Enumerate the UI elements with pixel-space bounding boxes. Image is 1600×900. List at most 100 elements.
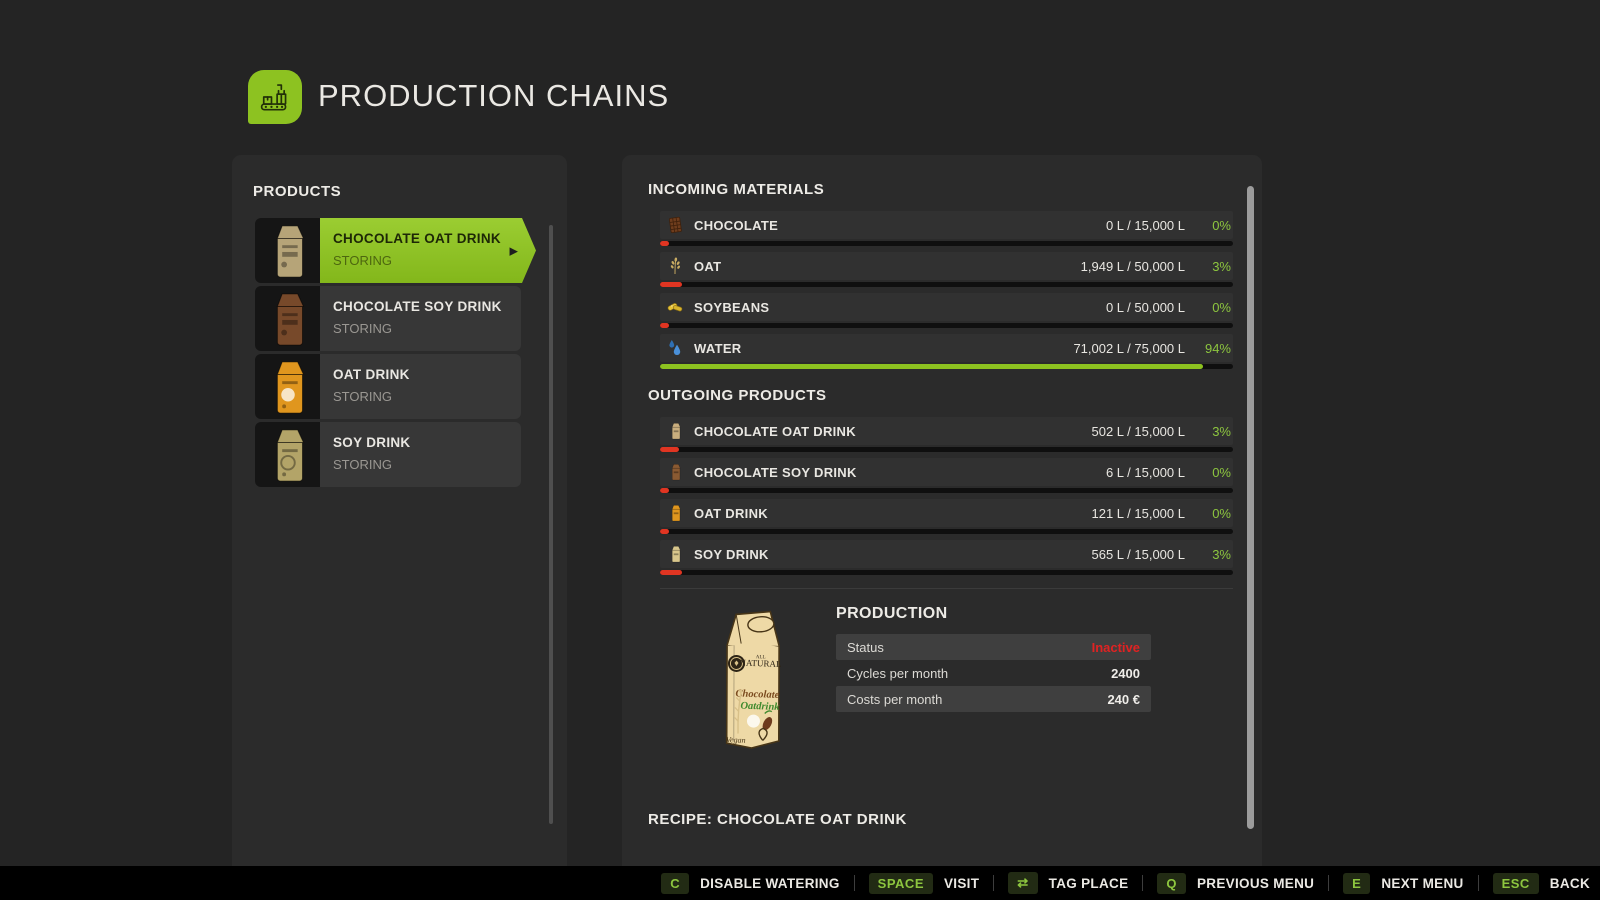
material-label: OAT — [694, 259, 721, 274]
products-list: CHOCOLATE OAT DRINK STORING ▶ CHOCOLATE … — [255, 218, 567, 487]
product-percent: 3% — [1185, 547, 1233, 562]
product-name: SOY DRINK — [333, 435, 521, 450]
production-chains-icon — [248, 70, 302, 124]
products-scrollbar[interactable] — [549, 225, 553, 824]
hint-divider — [1328, 875, 1329, 891]
hint-visit[interactable]: SPACE VISIT — [869, 873, 980, 894]
products-heading: PRODUCTS — [232, 155, 567, 200]
page-title: PRODUCTION CHAINS — [318, 78, 669, 114]
product-list-item-chocolate-oat-drink[interactable]: CHOCOLATE OAT DRINK STORING ▶ — [255, 218, 567, 283]
production-status-row: Status Inactive — [836, 634, 1151, 660]
svg-text:NATURAL: NATURAL — [739, 658, 781, 669]
hint-divider — [993, 875, 994, 891]
production-cycles-row: Cycles per month 2400 — [836, 660, 1151, 686]
product-status: STORING — [333, 253, 536, 268]
key-space[interactable]: SPACE — [869, 873, 933, 894]
water-icon — [665, 338, 685, 358]
details-scrollbar[interactable] — [1247, 186, 1254, 829]
hint-next-menu[interactable]: E NEXT MENU — [1343, 873, 1463, 894]
product-item-body: CHOCOLATE SOY DRINK STORING — [320, 286, 521, 351]
tab-key-icon[interactable]: ⇄ — [1008, 872, 1037, 894]
product-progress-bar — [660, 447, 1233, 452]
product-row-oat-drink: OAT DRINK 121 L / 15,000 L 0% — [660, 499, 1233, 534]
key-e[interactable]: E — [1343, 873, 1370, 894]
product-item-body: OAT DRINK STORING — [320, 354, 521, 419]
product-row-chocolate-oat-drink: CHOCOLATE OAT DRINK 502 L / 15,000 L 3% — [660, 417, 1233, 452]
material-label: CHOCOLATE — [694, 218, 778, 233]
product-progress-bar — [660, 570, 1233, 575]
section-divider — [660, 588, 1233, 589]
product-list-item-chocolate-soy-drink[interactable]: CHOCOLATE SOY DRINK STORING — [255, 286, 567, 351]
product-row-chocolate-soy-drink: CHOCOLATE SOY DRINK 6 L / 15,000 L 0% — [660, 458, 1233, 493]
product-thumbnail — [255, 286, 320, 351]
costs-value: 240 € — [1107, 692, 1140, 707]
product-percent: 0% — [1185, 465, 1233, 480]
product-label: CHOCOLATE SOY DRINK — [694, 465, 857, 480]
product-item-body: CHOCOLATE OAT DRINK STORING ▶ — [320, 218, 536, 283]
product-progress-bar — [660, 529, 1233, 534]
cycles-value: 2400 — [1111, 666, 1140, 681]
hint-divider — [1478, 875, 1479, 891]
production-costs-row: Costs per month 240 € — [836, 686, 1151, 712]
hint-tag-place[interactable]: ⇄ TAG PLACE — [1008, 872, 1128, 894]
production-carton-image: ALL NATURAL Chocolate Oatdrink Vegan — [703, 600, 800, 753]
material-row-water: WATER 71,002 L / 75,000 L 94% — [660, 334, 1233, 369]
product-fill-level: 121 L / 15,000 L — [1092, 506, 1186, 521]
hint-previous-menu[interactable]: Q PREVIOUS MENU — [1157, 873, 1314, 894]
material-percent: 0% — [1185, 218, 1233, 233]
product-name: CHOCOLATE SOY DRINK — [333, 299, 521, 314]
key-q[interactable]: Q — [1157, 873, 1186, 894]
oat-icon — [665, 256, 685, 276]
svg-text:Oatdrink: Oatdrink — [740, 701, 780, 713]
material-progress-bar — [660, 282, 1233, 287]
product-row-soy-drink: SOY DRINK 565 L / 15,000 L 3% — [660, 540, 1233, 575]
production-heading: PRODUCTION — [836, 605, 1151, 623]
carton-icon — [665, 462, 685, 482]
product-list-item-oat-drink[interactable]: OAT DRINK STORING — [255, 354, 567, 419]
material-row-chocolate: CHOCOLATE 0 L / 15,000 L 0% — [660, 211, 1233, 246]
hint-disable-watering[interactable]: C DISABLE WATERING — [661, 873, 839, 894]
carton-icon — [665, 503, 685, 523]
material-progress-bar — [660, 241, 1233, 246]
selected-arrow-icon: ▶ — [510, 244, 518, 257]
hint-back[interactable]: ESC BACK — [1493, 873, 1590, 894]
material-fill-level: 1,949 L / 50,000 L — [1081, 259, 1185, 274]
product-name: OAT DRINK — [333, 367, 521, 382]
status-value: Inactive — [1092, 640, 1140, 655]
product-name: CHOCOLATE OAT DRINK — [333, 231, 536, 246]
material-progress-bar — [660, 364, 1233, 369]
product-label: OAT DRINK — [694, 506, 768, 521]
product-percent: 3% — [1185, 424, 1233, 439]
product-list-item-soy-drink[interactable]: SOY DRINK STORING — [255, 422, 567, 487]
material-percent: 3% — [1185, 259, 1233, 274]
outgoing-products-heading: OUTGOING PRODUCTS — [648, 387, 1262, 404]
product-fill-level: 502 L / 15,000 L — [1092, 424, 1186, 439]
product-percent: 0% — [1185, 506, 1233, 521]
production-table: Status Inactive Cycles per month 2400 Co… — [836, 634, 1151, 712]
production-section: ALL NATURAL Chocolate Oatdrink Vegan PRO… — [648, 602, 1262, 752]
carton-icon — [665, 421, 685, 441]
key-c[interactable]: C — [661, 873, 689, 894]
bottom-hint-bar: C DISABLE WATERING SPACE VISIT ⇄ TAG PLA… — [0, 866, 1600, 900]
incoming-materials-list: CHOCOLATE 0 L / 15,000 L 0% — [660, 211, 1233, 369]
product-fill-level: 6 L / 15,000 L — [1106, 465, 1185, 480]
products-panel: PRODUCTS CHOCOLATE OAT DRINK STORING ▶ — [232, 155, 567, 866]
material-label: WATER — [694, 341, 741, 356]
key-esc[interactable]: ESC — [1493, 873, 1539, 894]
product-thumbnail — [255, 354, 320, 419]
hint-divider — [854, 875, 855, 891]
product-status: STORING — [333, 321, 521, 336]
product-thumbnail — [255, 218, 320, 283]
hint-divider — [1142, 875, 1143, 891]
product-thumbnail — [255, 422, 320, 487]
product-status: STORING — [333, 389, 521, 404]
product-item-body: SOY DRINK STORING — [320, 422, 521, 487]
details-panel: INCOMING MATERIALS CHOCOLATE 0 L / 15,00… — [622, 155, 1262, 866]
svg-text:Vegan: Vegan — [726, 735, 746, 745]
material-row-soybeans: SOYBEANS 0 L / 50,000 L 0% — [660, 293, 1233, 328]
soybeans-icon — [665, 297, 685, 317]
material-row-oat: OAT 1,949 L / 50,000 L 3% — [660, 252, 1233, 287]
chocolate-icon — [665, 215, 685, 235]
outgoing-products-list: CHOCOLATE OAT DRINK 502 L / 15,000 L 3% — [660, 417, 1233, 575]
product-label: CHOCOLATE OAT DRINK — [694, 424, 856, 439]
